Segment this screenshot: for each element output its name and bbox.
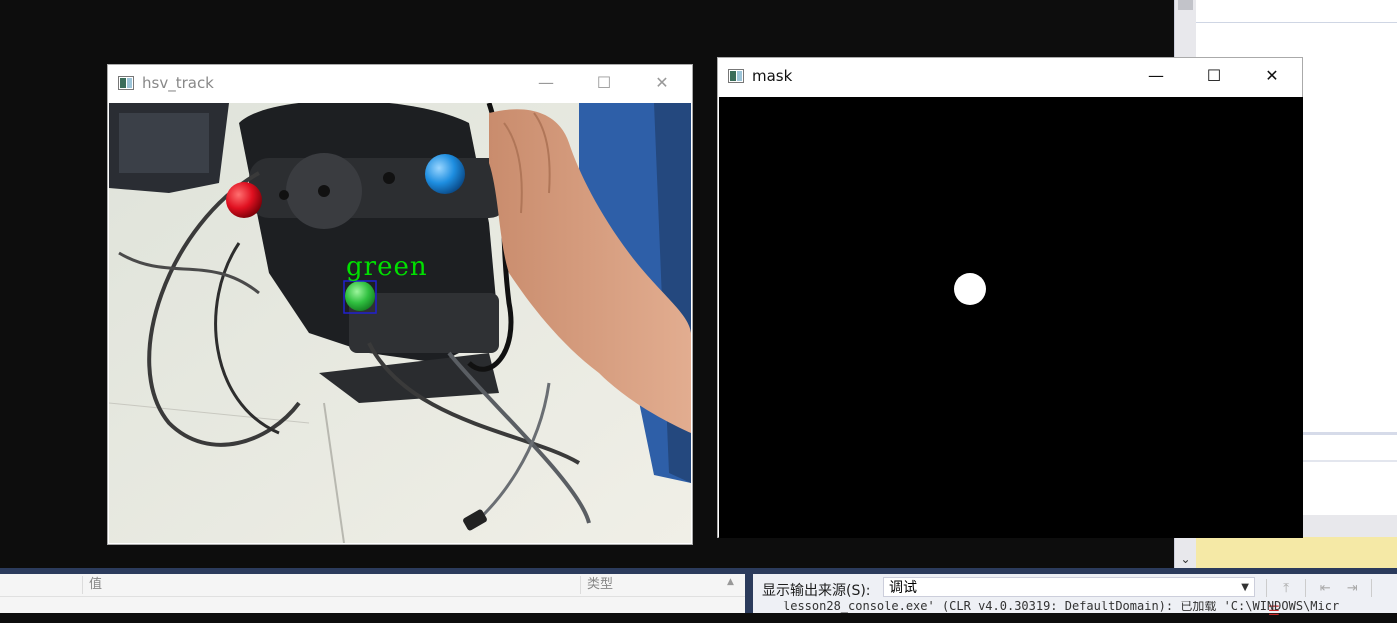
minimize-button[interactable]: — (517, 65, 575, 101)
blue-ball (425, 154, 465, 194)
window-title: mask (752, 67, 793, 85)
toolbar-separator (1266, 578, 1267, 597)
mask-window[interactable]: mask — ☐ ✕ (717, 57, 1303, 538)
highlight-strip (1195, 545, 1397, 568)
next-message-icon[interactable]: ⇥ (1341, 578, 1363, 600)
watch-header: 值 类型 ▲ (0, 574, 745, 597)
scroll-down-arrow-icon[interactable]: ⌄ (1175, 548, 1196, 570)
scrollbar-thumb[interactable] (1178, 0, 1193, 10)
goto-previous-icon[interactable]: ⤒ (1275, 578, 1297, 600)
opencv-window-icon (728, 69, 744, 83)
output-panel: 显示输出来源(S): 调试 ▼ ⤒ ⇤ ⇥ ☰ lesson28_console… (753, 574, 1397, 619)
window-title: hsv_track (142, 74, 214, 92)
output-log-line: lesson28_console.exe' (CLR v4.0.30319: D… (783, 601, 1340, 613)
green-ball (345, 281, 375, 311)
output-source-label: 显示输出来源(S): (762, 583, 871, 599)
output-source-value: 调试 (889, 580, 917, 596)
opencv-window-icon (118, 76, 134, 90)
detection-label: green (346, 252, 428, 282)
hsv-track-window[interactable]: hsv_track — ☐ ✕ green (107, 64, 693, 545)
dropdown-arrow-icon[interactable]: ▼ (1241, 578, 1249, 598)
toolbar-separator (1371, 578, 1373, 597)
mask-image (719, 97, 1303, 538)
maximize-button[interactable]: ☐ (575, 65, 633, 101)
close-button[interactable]: ✕ (633, 65, 691, 101)
panel-splitter[interactable] (745, 574, 753, 613)
camera-frame: green (109, 103, 691, 543)
panel-divider (1195, 22, 1397, 23)
watch-panel: 值 类型 ▲ (0, 574, 745, 613)
mask-blob (954, 273, 986, 305)
window-titlebar[interactable]: mask — ☐ ✕ (718, 58, 1302, 94)
scroll-up-arrow-icon[interactable]: ▲ (727, 577, 734, 587)
minimize-button[interactable]: — (1127, 58, 1185, 94)
highlight-strip (1195, 537, 1397, 545)
output-toolbar: ⤒ ⇤ ⇥ ☰ (1263, 577, 1397, 619)
previous-message-icon[interactable]: ⇤ (1314, 578, 1336, 600)
close-button[interactable]: ✕ (1243, 58, 1301, 94)
window-titlebar[interactable]: hsv_track — ☐ ✕ (108, 65, 692, 101)
maximize-button[interactable]: ☐ (1185, 58, 1243, 94)
column-value[interactable]: 值 (82, 576, 579, 594)
red-ball (226, 182, 262, 218)
column-type[interactable]: 类型 (580, 576, 727, 594)
output-source-select[interactable]: 调试 ▼ (883, 577, 1255, 597)
toolbar-separator (1305, 578, 1307, 597)
